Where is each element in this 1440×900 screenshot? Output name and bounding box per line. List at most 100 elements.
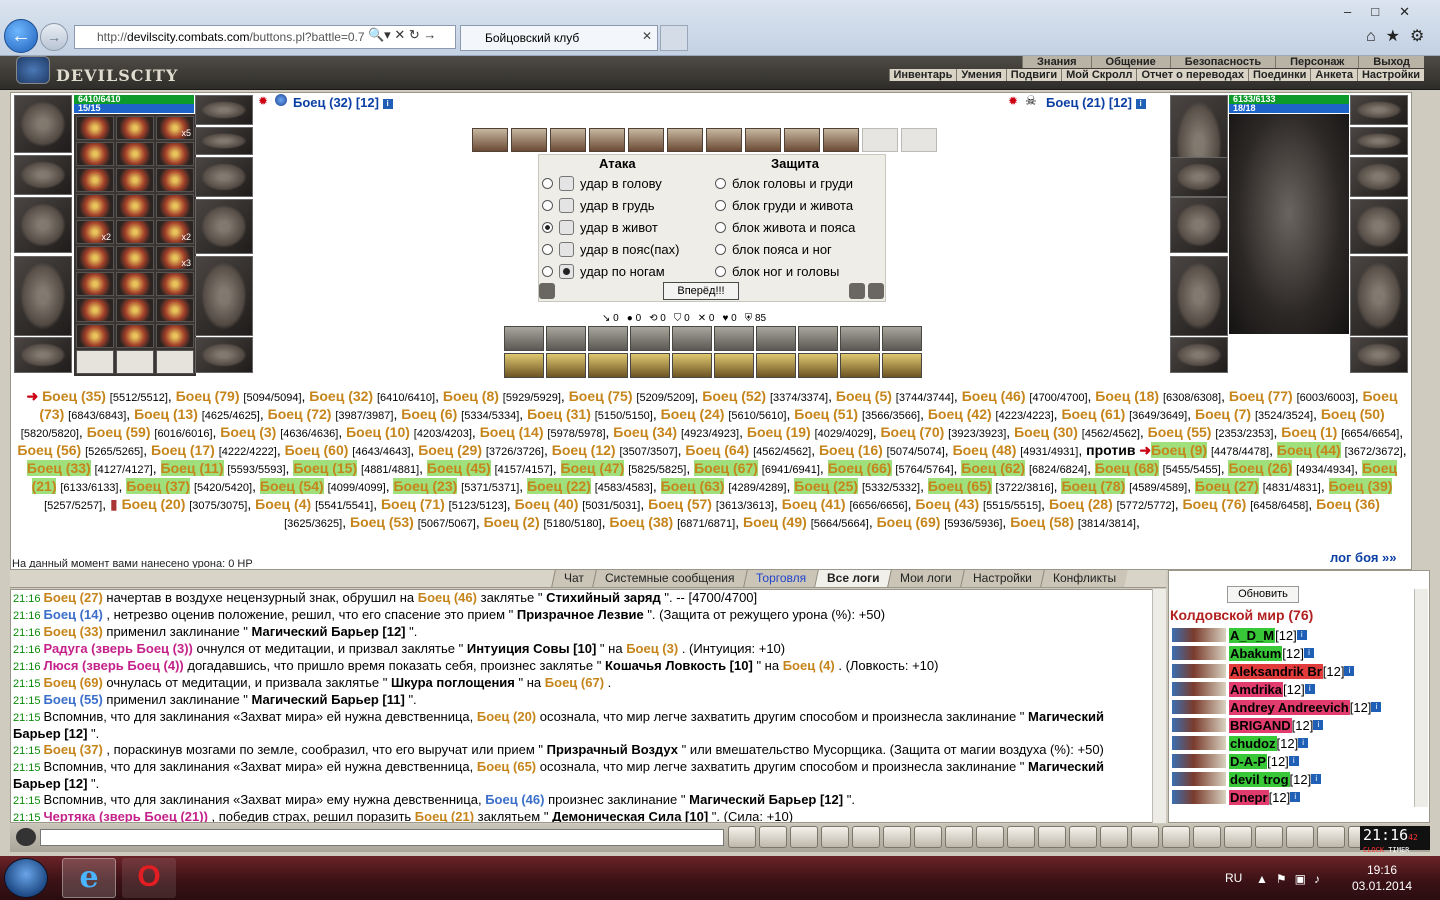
chat-bar-button[interactable] bbox=[1007, 826, 1035, 848]
action-button[interactable] bbox=[630, 326, 670, 351]
fighter-entry[interactable]: Боец (11) [5593/5593], bbox=[160, 460, 294, 476]
user-name[interactable]: BRIGAND bbox=[1229, 717, 1292, 733]
player-equip-slot[interactable] bbox=[14, 337, 72, 373]
fighter-name[interactable]: Боец (11) bbox=[160, 460, 224, 476]
user-info-icon[interactable]: i bbox=[1371, 702, 1382, 712]
action-button[interactable] bbox=[588, 353, 628, 378]
inventory-item[interactable]: x2 bbox=[76, 220, 114, 244]
attack-radio-alt[interactable] bbox=[559, 198, 574, 213]
enemy-avatar[interactable] bbox=[1229, 114, 1349, 334]
chat-token[interactable]: Боец (3) bbox=[626, 641, 678, 656]
fighter-entry[interactable]: Боец (54) [4099/4099], bbox=[259, 478, 394, 494]
fighter-entry[interactable]: Боец (58) [3814/3814], bbox=[1010, 514, 1140, 530]
chat-bar-button[interactable] bbox=[976, 826, 1004, 848]
action-button[interactable] bbox=[714, 353, 754, 378]
fighter-name[interactable]: Боец (62) bbox=[961, 460, 1026, 476]
attack-radio-alt[interactable] bbox=[559, 264, 574, 279]
online-user[interactable]: Dnepr [12] i bbox=[1172, 788, 1412, 806]
fighter-name[interactable]: Боец (78) bbox=[1061, 478, 1126, 494]
tab-close-icon[interactable]: ✕ bbox=[642, 29, 652, 43]
tab-6[interactable]: Конфликты bbox=[1040, 570, 1128, 587]
submenu-item-0[interactable]: Инвентарь bbox=[888, 69, 957, 81]
fighter-entry[interactable]: Боец (78) [4589/4589], bbox=[1061, 478, 1195, 494]
fighter-name[interactable]: Боец (60) bbox=[285, 442, 349, 458]
chat-bar-button[interactable] bbox=[1162, 826, 1190, 848]
fighter-entry[interactable]: Боец (63) [4289/4289], bbox=[660, 478, 795, 494]
online-user[interactable]: BRIGAND [12] i bbox=[1172, 716, 1412, 734]
tray-language[interactable]: RU bbox=[1225, 871, 1242, 885]
skill-slot[interactable] bbox=[667, 128, 703, 152]
fighter-entry[interactable]: Боец (26) [4934/4934], bbox=[1228, 460, 1362, 476]
online-user[interactable]: D-A-P [12] i bbox=[1172, 752, 1412, 770]
chat-token[interactable]: Боец (27) bbox=[44, 590, 103, 605]
fighter-entry[interactable]: Боец (35) [5512/5512], bbox=[42, 388, 176, 404]
chat-token[interactable]: Боец (20) bbox=[477, 709, 536, 724]
fighter-name[interactable]: Боец (13) bbox=[134, 406, 198, 422]
action-button[interactable] bbox=[504, 353, 544, 378]
fighter-entry[interactable]: Боец (68) [5455/5455], bbox=[1094, 460, 1229, 476]
defense-option[interactable]: блок пояса и ног bbox=[715, 242, 832, 257]
action-button[interactable] bbox=[672, 326, 712, 351]
chat-menu-icon[interactable] bbox=[16, 828, 36, 846]
fighter-name[interactable]: Боец (45) bbox=[426, 460, 491, 476]
fighter-entry[interactable]: Боец (45) [4157/4157], bbox=[426, 460, 561, 476]
online-user[interactable]: Amdrika [12] i bbox=[1172, 680, 1412, 698]
fighter-name[interactable]: Боец (42) bbox=[928, 406, 992, 422]
defense-option[interactable]: блок головы и груди bbox=[715, 176, 853, 191]
chat-bar-button[interactable] bbox=[790, 826, 818, 848]
fighter-entry[interactable]: Боец (19) [4029/4029], bbox=[747, 424, 881, 440]
user-name[interactable]: chudoz bbox=[1229, 735, 1277, 751]
fighter-name[interactable]: Боец (70) bbox=[880, 424, 944, 440]
fighter-name[interactable]: Боец (67) bbox=[694, 460, 758, 476]
player-equip-slot[interactable] bbox=[14, 155, 72, 195]
attack-option[interactable]: удар в грудь bbox=[542, 198, 655, 213]
online-user[interactable]: Aleksandrik Br [12] i bbox=[1172, 662, 1412, 680]
user-info-icon[interactable]: i bbox=[1313, 720, 1324, 730]
fighter-entry[interactable]: Боец (23) [5371/5371], bbox=[393, 478, 527, 494]
skill-slot[interactable] bbox=[589, 128, 625, 152]
chat-bar-button[interactable] bbox=[1100, 826, 1128, 848]
fighter-name[interactable]: Боец (25) bbox=[794, 478, 859, 494]
chat-token[interactable]: Боец (65) bbox=[477, 759, 536, 774]
inventory-item[interactable] bbox=[156, 298, 194, 322]
back-button[interactable]: ← bbox=[4, 19, 38, 53]
fighter-entry[interactable]: Боец (42) [4223/4223], bbox=[928, 406, 1062, 422]
fighter-entry[interactable]: Боец (13) [4625/4625], bbox=[134, 406, 268, 422]
action-button[interactable] bbox=[588, 326, 628, 351]
skill-slot[interactable] bbox=[472, 128, 508, 152]
user-name[interactable]: Aleksandrik Br bbox=[1229, 663, 1323, 679]
empty-slot[interactable] bbox=[116, 350, 154, 374]
attack-option[interactable]: удар по ногам bbox=[542, 264, 665, 279]
defense-option[interactable]: блок живота и пояса bbox=[715, 220, 855, 235]
fighter-entry[interactable]: Боец (10) [4203/4203], bbox=[346, 424, 480, 440]
user-info-icon[interactable]: i bbox=[1303, 648, 1314, 658]
fighter-name[interactable]: Боец (69) bbox=[877, 514, 941, 530]
player-equip-slot[interactable] bbox=[195, 337, 253, 373]
user-name[interactable]: D-A-P bbox=[1229, 753, 1268, 769]
enemy-equip-slot[interactable] bbox=[1350, 199, 1408, 254]
battle-log-link[interactable]: лог боя »» bbox=[1330, 550, 1397, 565]
fighter-name[interactable]: Боец (48) bbox=[953, 442, 1017, 458]
chat-scrollbar[interactable] bbox=[1152, 589, 1166, 823]
chat-token[interactable]: Боец (37) bbox=[44, 742, 103, 757]
user-info-icon[interactable]: i bbox=[1290, 792, 1301, 802]
fighter-name[interactable]: Боец (72) bbox=[268, 406, 332, 422]
inventory-item[interactable] bbox=[76, 194, 114, 218]
menu-item-2[interactable]: Безопасность bbox=[1169, 56, 1276, 68]
enemy-equip-slot[interactable] bbox=[1350, 337, 1408, 373]
inventory-item[interactable] bbox=[156, 272, 194, 296]
chat-bar-button[interactable] bbox=[759, 826, 787, 848]
fighter-name[interactable]: Боец (2) bbox=[484, 514, 540, 530]
player-equip-slot[interactable] bbox=[195, 256, 253, 336]
attack-radio[interactable] bbox=[542, 200, 553, 211]
fighter-name[interactable]: Боец (40) bbox=[515, 496, 579, 512]
fighter-name[interactable]: Боец (23) bbox=[393, 478, 458, 494]
fighter-entry[interactable]: Боец (12) [3507/3507], bbox=[552, 442, 686, 458]
enemy-info-icon[interactable]: i bbox=[1135, 98, 1146, 109]
fighter-entry[interactable]: Боец (25) [5332/5332], bbox=[794, 478, 928, 494]
tab-4[interactable]: Мои логи bbox=[887, 570, 964, 587]
inventory-item[interactable] bbox=[116, 298, 154, 322]
attack-radio[interactable] bbox=[542, 178, 553, 189]
player-equip-slot[interactable] bbox=[195, 157, 253, 197]
online-user[interactable]: Abakum [12] i bbox=[1172, 644, 1412, 662]
